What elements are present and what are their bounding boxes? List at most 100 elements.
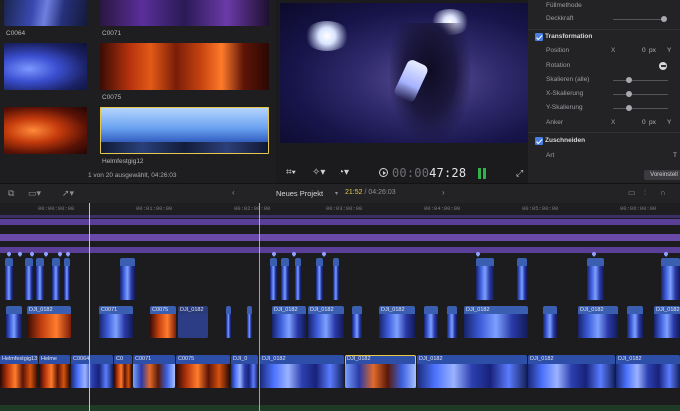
connected-clip[interactable]: [543, 306, 557, 338]
connected-clip[interactable]: [52, 258, 60, 300]
connected-clip[interactable]: DJI_0182: [464, 306, 528, 338]
connected-clip[interactable]: [270, 258, 277, 300]
connected-clip[interactable]: DJI_0182: [308, 306, 344, 338]
clip-thumbnail-helmfestgig12[interactable]: [100, 107, 269, 154]
primary-clip[interactable]: C0075: [176, 355, 230, 388]
connected-clip[interactable]: [247, 306, 252, 338]
crop-menu-icon[interactable]: ⌗▾: [286, 167, 296, 179]
audio-track[interactable]: [0, 405, 680, 411]
connected-clip[interactable]: C0075: [150, 306, 176, 338]
connected-clip[interactable]: [120, 258, 135, 300]
connected-clip[interactable]: C0071: [99, 306, 133, 338]
connected-clip[interactable]: [352, 306, 362, 338]
rotation-dial-icon[interactable]: [659, 62, 667, 70]
clip-thumbnail[interactable]: [4, 43, 87, 90]
clip-thumbnail-c0071[interactable]: [100, 0, 269, 26]
connected-clip[interactable]: [587, 258, 604, 300]
fullscreen-icon[interactable]: ⤢: [516, 167, 523, 179]
connected-clip[interactable]: [627, 306, 643, 338]
project-name[interactable]: Neues Projekt: [276, 189, 323, 198]
enhance-menu-icon[interactable]: ✧▾: [312, 167, 325, 179]
position-x-value[interactable]: 0: [642, 45, 646, 57]
forward-arrow-icon[interactable]: ›: [442, 188, 445, 197]
connected-clip[interactable]: [64, 258, 70, 300]
primary-clip[interactable]: C0071: [133, 355, 175, 388]
scale-x-slider-knob[interactable]: [626, 91, 632, 97]
clip-label: DJI_0182: [180, 307, 204, 313]
scale-all-slider[interactable]: [613, 79, 668, 81]
connected-clip[interactable]: [661, 258, 680, 300]
crop-checkbox[interactable]: [535, 137, 543, 145]
play-icon[interactable]: [379, 168, 388, 177]
primary-clip[interactable]: DJI_0182: [616, 355, 680, 388]
scale-all-slider-knob[interactable]: [626, 77, 632, 83]
back-arrow-icon[interactable]: ‹: [232, 188, 235, 197]
connected-clip[interactable]: DJI_0182: [379, 306, 415, 338]
insert-clip-icon[interactable]: ▭▾: [28, 187, 41, 199]
anchor-x-value[interactable]: 0: [642, 117, 646, 129]
connected-clip[interactable]: DJI_0182: [178, 306, 208, 338]
connected-clip[interactable]: [517, 258, 527, 300]
scale-y-slider[interactable]: [613, 107, 668, 109]
connected-clip[interactable]: [295, 258, 301, 300]
ruler-tick-label: 00:04:00:00: [424, 205, 461, 212]
speed-menu-icon[interactable]: ◔▾: [338, 167, 349, 179]
primary-clip[interactable]: DJI_0182: [417, 355, 527, 388]
connected-clip[interactable]: [447, 306, 457, 338]
clip-thumbnail-c0075[interactable]: [100, 43, 269, 90]
title-track[interactable]: [0, 234, 680, 241]
primary-clip[interactable]: DJI_0: [231, 355, 258, 388]
clip-thumbnail[interactable]: [4, 107, 87, 154]
connected-clip[interactable]: [226, 306, 231, 338]
connected-clip[interactable]: [476, 258, 494, 300]
connected-clip[interactable]: [333, 258, 339, 300]
audio-skimming-icon[interactable]: ⫶: [644, 187, 646, 199]
crop-header[interactable]: Zuschneiden: [528, 135, 680, 147]
scale-y-slider-knob[interactable]: [626, 105, 632, 111]
connected-clip[interactable]: [5, 258, 13, 300]
anchor-row: Anker X 0 px Y: [528, 117, 680, 129]
connected-clip[interactable]: [6, 306, 22, 338]
opacity-slider[interactable]: [613, 18, 663, 20]
connected-clip[interactable]: [316, 258, 323, 300]
chevron-down-icon[interactable]: ▾: [335, 190, 338, 197]
title-track[interactable]: [0, 219, 680, 225]
connected-clip[interactable]: [424, 306, 438, 338]
select-tool-icon[interactable]: ➚▾: [62, 187, 74, 199]
audio-level-meter: [478, 168, 481, 179]
primary-clip[interactable]: Helmfestgig13: [0, 355, 38, 388]
primary-clip[interactable]: C0064: [71, 355, 113, 388]
timeline-ruler[interactable]: 00:00:00:00 00:01:00:00 00:02:00:00 00:0…: [0, 203, 680, 215]
primary-clip[interactable]: C0: [114, 355, 132, 388]
clip-appearance-icon[interactable]: ▭: [628, 187, 636, 199]
anchor-y-label: Y: [667, 119, 672, 126]
connected-clip[interactable]: DJI_0182: [27, 306, 71, 338]
primary-clip-selected[interactable]: DJI_0182: [345, 355, 416, 388]
snapping-icon[interactable]: ∩: [660, 187, 666, 199]
playhead[interactable]: [89, 203, 90, 411]
video-frame[interactable]: [280, 3, 528, 143]
primary-clip[interactable]: Helme: [39, 355, 70, 388]
primary-clip[interactable]: DJI_0182: [260, 355, 344, 388]
clip-thumbnail-c0064[interactable]: [4, 0, 87, 26]
connected-clip[interactable]: DJI_0182: [654, 306, 680, 338]
transform-header[interactable]: Transformation: [528, 31, 680, 43]
transform-checkbox[interactable]: [535, 33, 543, 41]
scale-x-slider[interactable]: [613, 93, 668, 95]
primary-clip[interactable]: DJI_0182: [528, 355, 615, 388]
preset-button[interactable]: Voreinstell: [644, 170, 680, 180]
connect-clip-icon[interactable]: ⧉: [8, 187, 14, 199]
timeline-tracks[interactable]: DJI_0182 C0071 C0075 DJI_0182 DJI_0182 D…: [0, 215, 680, 411]
connected-clip[interactable]: [281, 258, 289, 300]
title-track[interactable]: [0, 215, 680, 218]
type-value[interactable]: T: [673, 150, 677, 162]
title-track[interactable]: [0, 247, 680, 253]
clip-label: DJI_0182: [656, 307, 680, 313]
connected-clip[interactable]: [36, 258, 44, 300]
connected-clip[interactable]: DJI_0182: [578, 306, 618, 338]
timeline-header: ⧉ ▭▾ ➚▾ ‹ Neues Projekt ▾ 21:52 / 04:26:…: [0, 183, 680, 203]
clip-label: C0071: [101, 307, 118, 313]
connected-clip[interactable]: [25, 258, 33, 300]
connected-clip[interactable]: DJI_0182: [272, 306, 306, 338]
opacity-slider-knob[interactable]: [661, 16, 667, 22]
